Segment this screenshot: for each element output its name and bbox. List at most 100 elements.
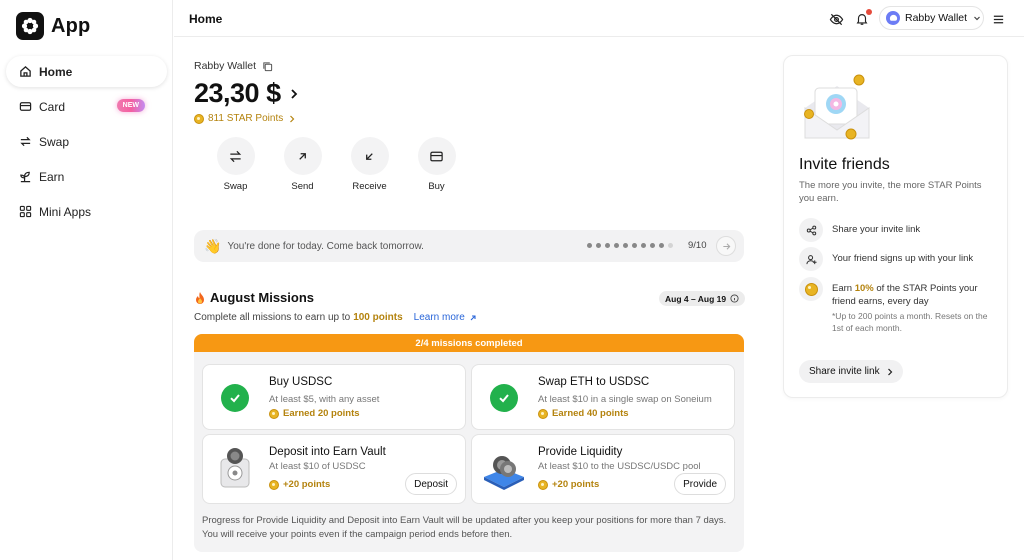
new-badge: NEW — [116, 99, 145, 112]
mission-subtitle: At least $10 in a single swap on Soneium — [538, 394, 712, 405]
sidebar-item-label: Card — [39, 99, 66, 114]
mission-title: Buy USDSC — [269, 376, 333, 388]
sidebar-item-mini-apps[interactable]: Mini Apps — [6, 196, 167, 227]
chevron-right-icon — [289, 88, 299, 100]
provide-button[interactable]: Provide — [674, 473, 726, 495]
sidebar-item-card[interactable]: Card NEW — [6, 91, 167, 122]
star-points-link[interactable]: 811 STAR Points — [194, 113, 295, 124]
progress-dot — [596, 243, 601, 248]
invite-step-earn: Earn 10% of the STAR Points your friend … — [799, 277, 999, 334]
star-points-value: 811 STAR Points — [208, 113, 284, 124]
mission-points-text: Earned 40 points — [552, 408, 629, 419]
action-swap[interactable]: Swap — [202, 137, 269, 192]
mission-card-deposit-vault[interactable]: Deposit into Earn Vault At least $10 of … — [202, 434, 466, 504]
sidebar-item-earn[interactable]: Earn — [6, 161, 167, 192]
arrow-down-left-icon — [350, 137, 389, 175]
grid-icon — [18, 205, 32, 219]
liquidity-icon — [480, 449, 528, 496]
invite-step-share: Share your invite link — [799, 218, 999, 242]
mission-points: Earned 40 points — [538, 408, 629, 419]
action-label: Buy — [428, 181, 445, 192]
swap-icon — [216, 137, 255, 175]
mission-points: +20 points — [269, 479, 330, 490]
sidebar-item-label: Swap — [39, 134, 70, 149]
app-name: App — [51, 14, 91, 37]
earn-percent: 10% — [854, 283, 874, 294]
missions-date-badge: Aug 4 – Aug 19 — [659, 291, 746, 306]
star-coin-icon — [799, 277, 823, 301]
progress-dot — [650, 243, 655, 248]
missions-dates: Aug 4 – Aug 19 — [665, 293, 727, 304]
daily-count: 9/10 — [688, 240, 707, 251]
arrow-right-icon[interactable] — [716, 236, 736, 256]
progress-dot — [623, 243, 628, 248]
invite-envelope-illustration — [799, 70, 875, 155]
eye-off-icon[interactable] — [828, 11, 844, 27]
chevron-right-icon — [289, 115, 295, 123]
learn-more-link[interactable]: Learn more — [414, 312, 477, 323]
invite-title: Invite friends — [799, 156, 890, 173]
star-coin-icon — [194, 113, 204, 124]
action-send[interactable]: Send — [269, 137, 336, 192]
page-title: Home — [189, 12, 223, 26]
copy-icon[interactable] — [262, 61, 273, 72]
top-header: Home Rabby Wallet — [174, 0, 1024, 37]
check-icon — [490, 384, 518, 412]
deposit-button[interactable]: Deposit — [405, 473, 457, 495]
progress-dot — [668, 243, 673, 248]
bell-icon[interactable] — [854, 9, 872, 27]
wallet-selector[interactable]: Rabby Wallet — [879, 6, 984, 30]
mission-title: Deposit into Earn Vault — [269, 446, 386, 458]
wallet-avatar — [886, 11, 900, 25]
learn-more-label: Learn more — [413, 312, 465, 323]
missions-panel: 2/4 missions completed Buy USDSC At leas… — [194, 334, 744, 552]
progress-dot — [614, 243, 619, 248]
action-buy[interactable]: Buy — [403, 137, 470, 192]
progress-dot — [587, 243, 592, 248]
action-label: Swap — [223, 181, 248, 192]
missions-note: Progress for Provide Liquidity and Depos… — [202, 515, 727, 540]
sidebar-nav: Home Card NEW Swap Earn Mini Apps — [6, 56, 167, 231]
quick-actions: Swap Send Receive Buy — [202, 137, 470, 192]
share-icon — [799, 218, 823, 242]
daily-progress-dots — [587, 243, 677, 248]
invite-step-text: Earn 10% of the STAR Points your friend … — [832, 277, 999, 334]
waving-hand-icon: 👋 — [204, 237, 222, 254]
sidebar-item-label: Earn — [39, 169, 65, 184]
star-coin-icon — [538, 479, 548, 490]
main-content: Rabby Wallet 23,30 $ 811 STAR Points Swa… — [174, 38, 774, 560]
fire-icon — [194, 291, 206, 305]
sidebar-item-home[interactable]: Home — [6, 56, 167, 87]
mission-points: Earned 20 points — [269, 408, 360, 419]
wallet-balance[interactable]: 23,30 $ — [194, 78, 299, 109]
sidebar-item-swap[interactable]: Swap — [6, 126, 167, 157]
mission-subtitle: At least $10 to the USDSC/USDC pool — [538, 461, 701, 472]
app-logo[interactable]: App — [16, 12, 90, 40]
mission-card-provide-liquidity[interactable]: Provide Liquidity At least $10 to the US… — [471, 434, 735, 504]
action-label: Receive — [352, 181, 387, 192]
mission-title: Provide Liquidity — [538, 446, 623, 458]
progress-dot — [641, 243, 646, 248]
share-invite-link-button[interactable]: Share invite link — [799, 360, 903, 383]
mission-card-buy-usdsc[interactable]: Buy USDSC At least $5, with any asset Ea… — [202, 364, 466, 430]
menu-icon[interactable] — [990, 11, 1006, 27]
missions-subtitle: Complete all missions to earn up to 100 … — [194, 312, 477, 323]
action-receive[interactable]: Receive — [336, 137, 403, 192]
daily-message: You're done for today. Come back tomorro… — [227, 240, 424, 252]
mission-title: Swap ETH to USDSC — [538, 376, 650, 388]
invite-step-text: Your friend signs up with your link — [832, 253, 974, 264]
invite-friends-card: Invite friends The more you invite, the … — [783, 55, 1008, 398]
wallet-label-text: Rabby Wallet — [194, 60, 257, 72]
coin-graphic — [804, 282, 818, 296]
vault-icon — [215, 447, 255, 498]
sidebar-item-label: Mini Apps — [39, 204, 92, 219]
mission-subtitle: At least $5, with any asset — [269, 394, 380, 405]
missions-progress: 2/4 missions completed — [194, 334, 744, 352]
invite-step-text: Share your invite link — [832, 224, 921, 235]
star-coin-icon — [538, 408, 548, 419]
balance-value: 23,30 $ — [194, 78, 281, 108]
info-icon[interactable] — [730, 294, 739, 303]
card-icon — [417, 137, 456, 175]
mission-card-swap-eth[interactable]: Swap ETH to USDSC At least $10 in a sing… — [471, 364, 735, 430]
chevron-right-icon — [887, 368, 893, 376]
